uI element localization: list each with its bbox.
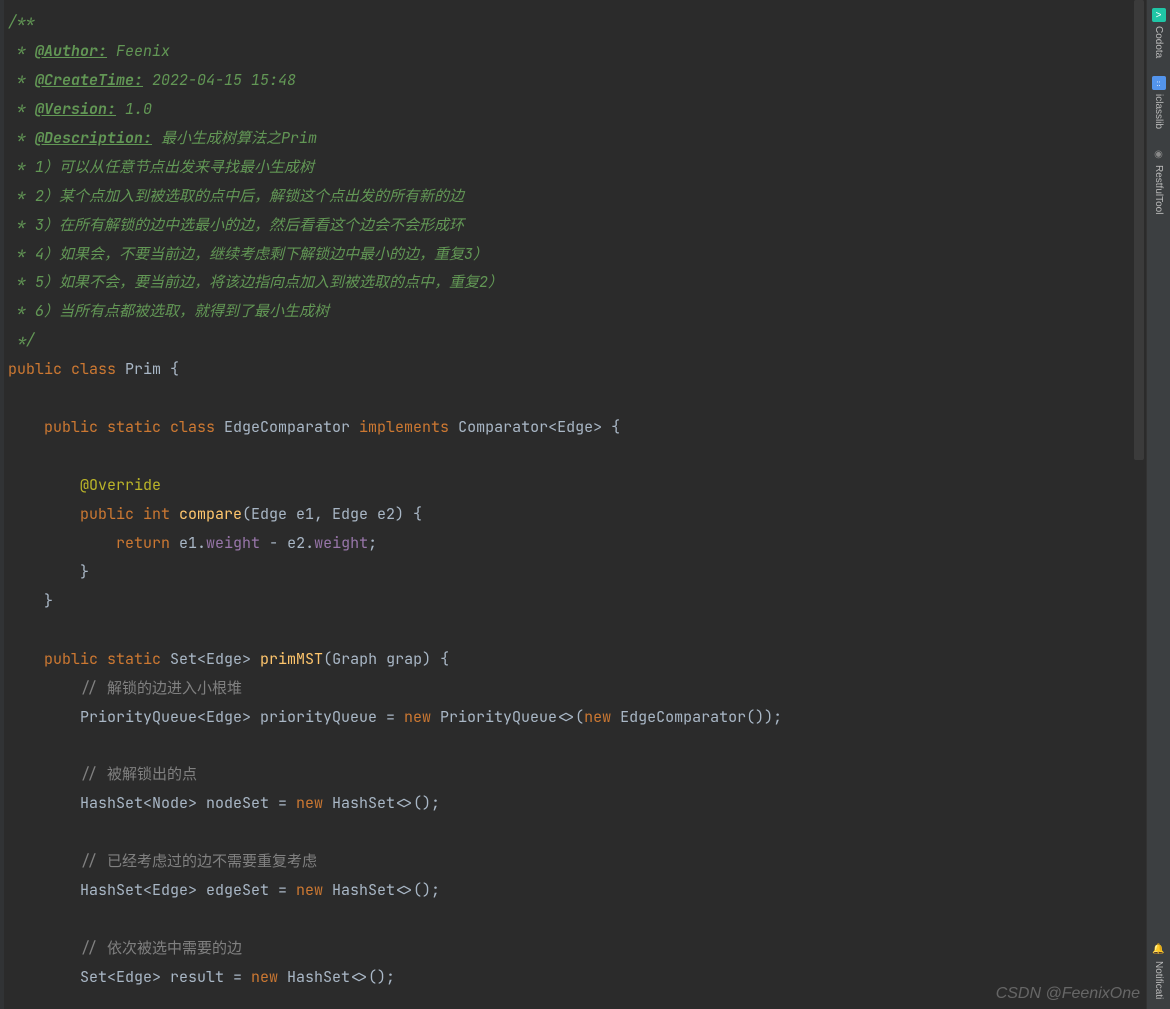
return-type-set-edge: Set<Edge> (170, 649, 260, 669)
doc-step-5: * 5）如果不会，要当前边，将该边指向点加入到被选取的点中，重复2） (8, 272, 503, 292)
annotation-override: @Override (80, 475, 161, 495)
doc-step-3: * 3）在所有解锁的边中选最小的边，然后看看这个边会不会形成环 (8, 215, 464, 235)
doc-tag-version: @Version: (35, 99, 116, 119)
class-name-prim: Prim { (125, 359, 179, 379)
decl-result: Set<Edge> result = (80, 967, 251, 987)
gutter (0, 0, 4, 1009)
comment-unlocked-nodes: // 被解锁出的点 (80, 764, 197, 784)
sidebar-label-notifications: Notificati (1153, 961, 1164, 999)
semicolon: ; (368, 533, 377, 553)
keyword-new: new (296, 793, 332, 813)
sidebar-item-restfultool[interactable]: ◉ RestfulTool (1152, 143, 1166, 218)
code-content: /** * @Author: Feenix * @CreateTime: 202… (8, 8, 1146, 992)
keyword-public-static: public static (44, 649, 170, 669)
primmst-params: (Graph grap) { (323, 649, 449, 669)
keyword-new: new (404, 707, 440, 727)
type-comparator: Comparator<Edge> { (458, 417, 620, 437)
keyword-public-class: public class (8, 359, 125, 379)
tool-sidebar: > Codota :: iclasslib ◉ RestfulTool 🔔 No… (1146, 0, 1170, 1009)
bell-icon: 🔔 (1152, 943, 1166, 957)
doc-tag-description: @Description: (35, 128, 152, 148)
keyword-public-int: public int (80, 504, 179, 524)
doc-tag-author: @Author: (35, 41, 107, 61)
codota-icon: > (1152, 8, 1166, 22)
keyword-new: new (584, 707, 620, 727)
code-editor[interactable]: /** * @Author: Feenix * @CreateTime: 202… (0, 0, 1146, 1009)
comment-selected-edges: // 依次被选中需要的边 (80, 938, 242, 958)
iclasslib-icon: :: (1152, 76, 1166, 90)
method-compare: compare (179, 504, 242, 524)
doc-step-4: * 4）如果会，不要当前边，继续考虑剩下解锁边中最小的边，重复3） (8, 244, 488, 264)
ctor-hashset: HashSet<>(); (287, 967, 395, 987)
keyword-return: return (116, 533, 179, 553)
doc-step-6: * 6）当所有点都被选取，就得到了最小生成树 (8, 301, 329, 321)
brace-close: } (80, 562, 89, 582)
keyword-new: new (251, 967, 287, 987)
ctor-hashset: HashSet<>(); (332, 793, 440, 813)
compare-params: (Edge e1, Edge e2) { (242, 504, 422, 524)
expr-minus-e2: - e2. (260, 533, 314, 553)
field-weight-2: weight (314, 533, 368, 553)
comment-unlock-heap: // 解锁的边进入小根堆 (80, 678, 242, 698)
ctor-edgecomparator: EdgeComparator()); (620, 707, 782, 727)
brace-close: } (44, 591, 53, 611)
doc-author-value: Feenix (107, 41, 170, 61)
decl-edgeset: HashSet<Edge> edgeSet = (80, 880, 296, 900)
ctor-hashset: HashSet<>(); (332, 880, 440, 900)
comment-considered-edges: // 已经考虑过的边不需要重复考虑 (80, 851, 317, 871)
doc-description-value: 最小生成树算法之Prim (152, 128, 317, 148)
keyword-inner-class: public static class (44, 417, 224, 437)
sidebar-label-restfultool: RestfulTool (1153, 165, 1164, 214)
doc-createtime-value: 2022-04-15 15:48 (143, 70, 296, 90)
sidebar-label-codota: Codota (1153, 26, 1164, 58)
sidebar-item-iclasslib[interactable]: :: iclasslib (1152, 72, 1166, 133)
method-primmst: primMST (260, 649, 323, 669)
restful-icon: ◉ (1152, 147, 1166, 161)
doc-version-value: 1.0 (116, 99, 152, 119)
sidebar-item-codota[interactable]: > Codota (1152, 4, 1166, 62)
sidebar-label-iclasslib: iclasslib (1153, 94, 1164, 129)
scrollbar[interactable] (1134, 0, 1144, 460)
ctor-priorityqueue: PriorityQueue<>( (440, 707, 584, 727)
doc-step-2: * 2）某个点加入到被选取的点中后，解锁这个点出发的所有新的边 (8, 186, 464, 206)
decl-nodeset: HashSet<Node> nodeSet = (80, 793, 296, 813)
doc-tag-createtime: @CreateTime: (35, 70, 143, 90)
keyword-implements: implements (359, 417, 458, 437)
watermark: CSDN @FeenixOne (996, 985, 1140, 1003)
class-name-edgecomparator: EdgeComparator (224, 417, 359, 437)
doc-step-1: * 1）可以从任意节点出发来寻找最小生成树 (8, 157, 314, 177)
decl-priorityqueue: PriorityQueue<Edge> priorityQueue = (80, 707, 404, 727)
keyword-new: new (296, 880, 332, 900)
expr-e1: e1. (179, 533, 206, 553)
field-weight-1: weight (206, 533, 260, 553)
sidebar-item-notifications[interactable]: 🔔 Notificati (1152, 939, 1166, 1003)
